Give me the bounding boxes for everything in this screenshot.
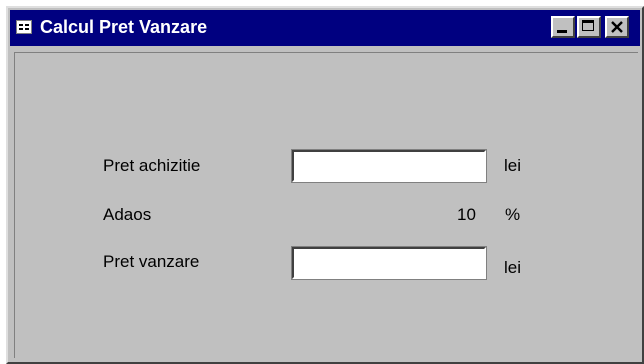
minimize-button[interactable] <box>551 16 575 38</box>
adaos-unit: % <box>505 205 521 224</box>
title-bar[interactable]: Calcul Pret Vanzare <box>10 10 640 46</box>
pret-achizitie-label: Pret achizitie <box>103 156 201 175</box>
adaos-label: Adaos <box>103 205 152 224</box>
pret-vanzare-input[interactable] <box>291 246 487 280</box>
close-icon <box>611 21 623 33</box>
pret-vanzare-label: Pret vanzare <box>103 252 200 271</box>
close-button[interactable] <box>605 16 629 38</box>
form-body: Pret achizitie lei Adaos 10 % Pret vanza… <box>14 52 638 358</box>
adaos-value: 10 <box>457 205 476 224</box>
window-title: Calcul Pret Vanzare <box>40 17 208 37</box>
form-window: Calcul Pret Vanzare Pret achizitie lei A… <box>6 6 644 364</box>
form-icon[interactable] <box>16 20 32 34</box>
maximize-button[interactable] <box>577 16 601 38</box>
pret-achizitie-input[interactable] <box>291 149 487 183</box>
pret-achizitie-unit: lei <box>504 156 522 175</box>
pret-vanzare-unit: lei <box>504 258 522 277</box>
